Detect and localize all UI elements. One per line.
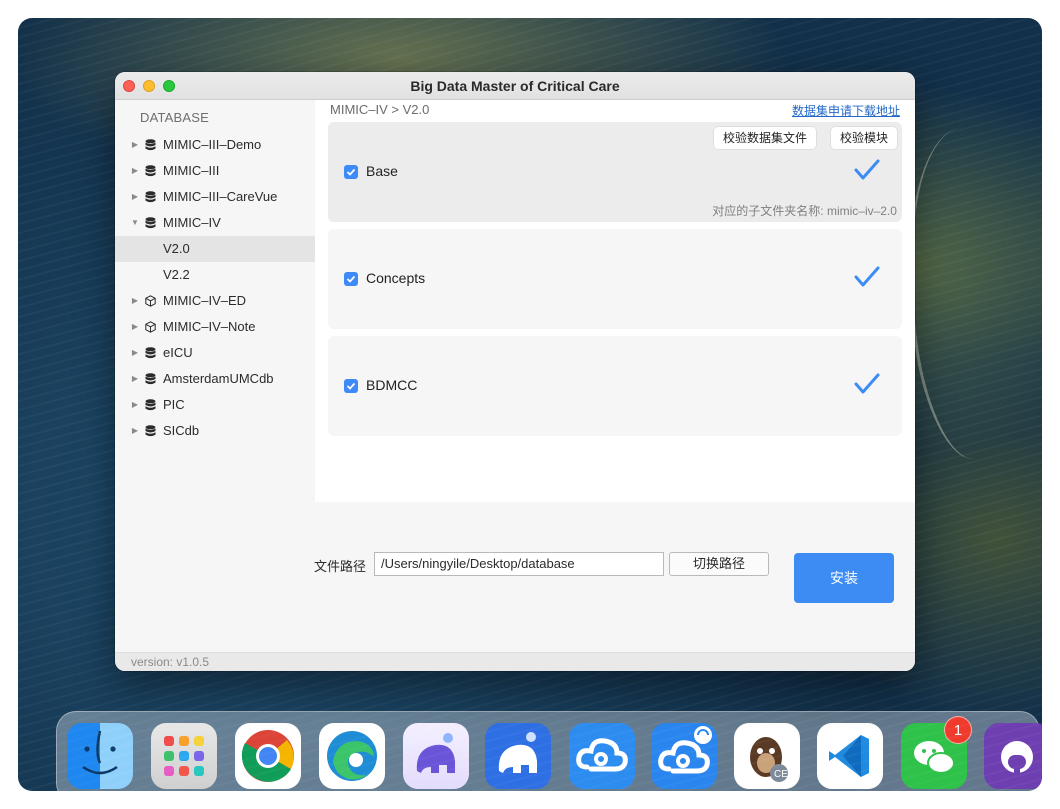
window-title: Big Data Master of Critical Care bbox=[410, 78, 620, 94]
tree-item-label: MIMIC–IV bbox=[163, 215, 221, 230]
switch-path-button[interactable]: 切换路径 bbox=[669, 552, 769, 576]
tree-item-label: V2.2 bbox=[163, 267, 190, 282]
verified-check-icon bbox=[854, 266, 880, 287]
tree-item-label: MIMIC–IV–Note bbox=[163, 319, 256, 334]
version-label: version: v1.0.5 bbox=[131, 655, 210, 669]
dock: CE 1 bbox=[56, 711, 1042, 791]
tree-item-label: MIMIC–IV–ED bbox=[163, 293, 247, 308]
expand-caret-icon[interactable]: ▶ bbox=[131, 288, 139, 314]
install-button[interactable]: 安装 bbox=[794, 553, 894, 603]
module-label: Concepts bbox=[366, 270, 426, 286]
breadcrumb: MIMIC–IV > V2.0 bbox=[330, 102, 430, 117]
tree-item-label: V2.0 bbox=[163, 241, 190, 256]
postgres-elephant-icon[interactable] bbox=[485, 723, 551, 789]
module-card-concepts[interactable]: Concepts bbox=[328, 229, 902, 329]
tree-item-label: SICdb bbox=[163, 423, 200, 438]
expand-caret-icon[interactable]: ▶ bbox=[131, 366, 139, 392]
module-label: BDMCC bbox=[366, 377, 418, 393]
database-icon bbox=[145, 139, 156, 151]
expand-caret-icon[interactable]: ▶ bbox=[131, 340, 139, 366]
database-tree: ▶ MIMIC–III–Demo ▶ MIMIC–III ▶ MIMIC–III… bbox=[115, 132, 315, 444]
tree-item-v2-0[interactable]: V2.0 bbox=[115, 236, 315, 262]
database-icon bbox=[145, 399, 156, 411]
tree-item-label: MIMIC–III bbox=[163, 163, 220, 178]
database-icon bbox=[145, 217, 156, 229]
tableplus-elephant-icon[interactable] bbox=[403, 723, 469, 789]
expand-caret-icon[interactable]: ▶ bbox=[131, 158, 139, 184]
database-icon bbox=[145, 373, 156, 385]
collapse-caret-icon[interactable]: ▼ bbox=[131, 210, 139, 236]
tree-item-mimic-iii-carevue[interactable]: ▶ MIMIC–III–CareVue bbox=[115, 184, 315, 210]
github-desktop-icon[interactable] bbox=[984, 723, 1042, 789]
checkbox-check-icon bbox=[346, 168, 356, 176]
verify-dataset-files-button[interactable]: 校验数据集文件 bbox=[713, 127, 816, 149]
tree-item-sicdb[interactable]: ▶ SICdb bbox=[115, 418, 315, 444]
dbeaver-icon[interactable]: CE bbox=[734, 723, 800, 789]
database-icon bbox=[145, 425, 156, 437]
tree-item-pic[interactable]: ▶ PIC bbox=[115, 392, 315, 418]
app-window: Big Data Master of Critical Care DATABAS… bbox=[115, 72, 915, 671]
expand-caret-icon[interactable]: ▶ bbox=[131, 392, 139, 418]
tree-item-mimic-iv-ed[interactable]: ▶ MIMIC–IV–ED bbox=[115, 288, 315, 314]
database-icon bbox=[145, 165, 156, 177]
tree-item-label: eICU bbox=[163, 345, 193, 360]
checkbox-check-icon bbox=[346, 382, 356, 390]
module-checkbox-concepts[interactable] bbox=[344, 272, 358, 286]
dataset-download-link[interactable]: 数据集申请下载地址 bbox=[792, 102, 900, 119]
tree-item-amsterdamumcdb[interactable]: ▶ AmsterdamUMCdb bbox=[115, 366, 315, 392]
tree-item-label: PIC bbox=[163, 397, 185, 412]
status-bar: version: v1.0.5 bbox=[115, 652, 915, 671]
expand-caret-icon[interactable]: ▶ bbox=[131, 184, 139, 210]
file-path-input[interactable]: /Users/ningyile/Desktop/database bbox=[374, 552, 664, 576]
vscode-icon[interactable] bbox=[817, 723, 883, 789]
expand-caret-icon[interactable]: ▶ bbox=[131, 132, 139, 158]
expand-caret-icon[interactable]: ▶ bbox=[131, 314, 139, 340]
notification-badge: 1 bbox=[944, 716, 972, 744]
cube-icon bbox=[145, 321, 156, 333]
verified-check-icon bbox=[854, 159, 880, 180]
sidebar: DATABASE ▶ MIMIC–III–Demo ▶ MIMIC–III ▶ … bbox=[115, 100, 315, 502]
file-path-label: 文件路径 bbox=[314, 559, 367, 574]
database-icon bbox=[145, 191, 156, 203]
svg-text:CE: CE bbox=[774, 769, 788, 780]
edge-icon[interactable] bbox=[319, 723, 385, 789]
module-label: Base bbox=[366, 163, 398, 179]
expand-caret-icon[interactable]: ▶ bbox=[131, 418, 139, 444]
module-checkbox-base[interactable] bbox=[344, 165, 358, 179]
tree-item-mimic-iii[interactable]: ▶ MIMIC–III bbox=[115, 158, 315, 184]
tree-item-label: MIMIC–III–Demo bbox=[163, 137, 262, 152]
module-card-bdmcc[interactable]: BDMCC bbox=[328, 336, 902, 436]
subfolder-name-note: 对应的子文件夹名称: mimic–iv–2.0 bbox=[712, 204, 897, 218]
verified-check-icon bbox=[854, 373, 880, 394]
tree-item-eicu[interactable]: ▶ eICU bbox=[115, 340, 315, 366]
tree-item-mimic-iv-note[interactable]: ▶ MIMIC–IV–Note bbox=[115, 314, 315, 340]
tree-item-mimic-iii-demo[interactable]: ▶ MIMIC–III–Demo bbox=[115, 132, 315, 158]
verify-module-button[interactable]: 校验模块 bbox=[830, 127, 897, 149]
tree-item-label: AmsterdamUMCdb bbox=[163, 371, 274, 386]
sidebar-header: DATABASE bbox=[140, 110, 210, 125]
tree-item-v2-2[interactable]: V2.2 bbox=[115, 262, 315, 288]
module-checkbox-bdmcc[interactable] bbox=[344, 379, 358, 393]
cloud-sync-icon[interactable] bbox=[651, 723, 717, 789]
title-bar[interactable]: Big Data Master of Critical Care bbox=[115, 72, 915, 100]
main-panel: MIMIC–IV > V2.0 数据集申请下载地址 校验数据集文件 校验模块 B… bbox=[315, 100, 915, 502]
tree-item-mimic-iv[interactable]: ▼ MIMIC–IV bbox=[115, 210, 315, 236]
launchpad-icon[interactable] bbox=[151, 723, 217, 789]
module-card-base[interactable]: 校验数据集文件 校验模块 Base 对应的子文件夹名称: mimic–iv–2.… bbox=[328, 122, 902, 222]
cloud-icon[interactable] bbox=[569, 723, 635, 789]
checkbox-check-icon bbox=[346, 275, 356, 283]
tree-item-label: MIMIC–III–CareVue bbox=[163, 189, 278, 204]
finder-icon[interactable] bbox=[67, 723, 133, 789]
cube-icon bbox=[145, 295, 156, 307]
chrome-icon[interactable] bbox=[235, 723, 301, 789]
database-icon bbox=[145, 347, 156, 359]
